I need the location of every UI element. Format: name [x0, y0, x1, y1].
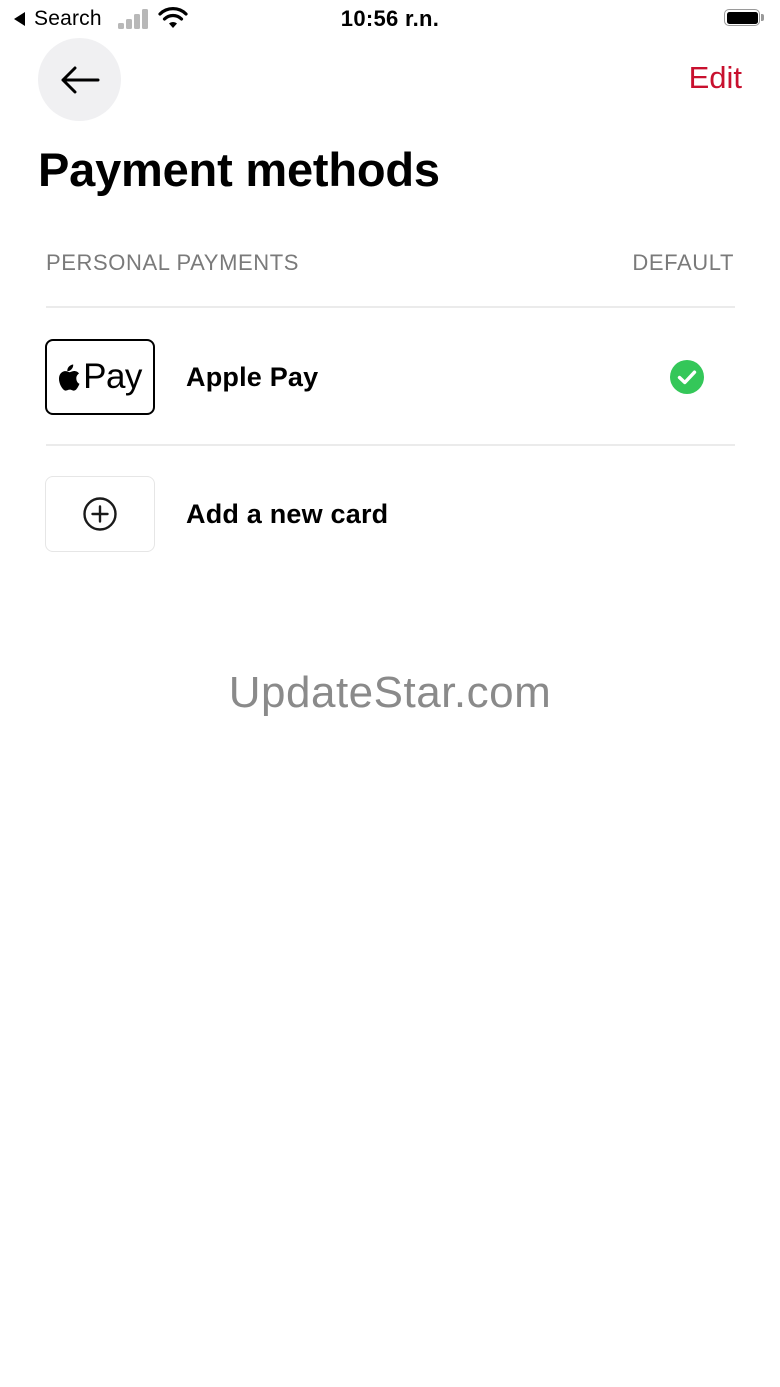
- status-time: 10:56 r.n.: [340, 6, 440, 31]
- page-title: Payment methods: [38, 143, 440, 196]
- add-new-card-button[interactable]: Add a new card: [45, 476, 735, 552]
- battery-icon: [724, 9, 764, 28]
- divider: [46, 444, 735, 446]
- add-new-card-label: Add a new card: [186, 498, 389, 529]
- plus-circle-icon: [83, 497, 117, 531]
- section-title: PERSONAL PAYMENTS: [46, 250, 300, 275]
- status-bar: Search 10:56 r.n.: [0, 0, 780, 40]
- apple-logo-icon: [59, 364, 80, 391]
- default-column-label: DEFAULT: [632, 250, 734, 275]
- payment-method-apple-pay[interactable]: Pay Apple Pay: [45, 339, 735, 415]
- apple-pay-badge-text: Pay: [83, 357, 142, 396]
- default-check-icon: [670, 360, 704, 394]
- arrow-left-icon: [61, 66, 99, 93]
- add-card-badge: [45, 476, 155, 552]
- payment-method-label: Apple Pay: [186, 361, 319, 392]
- apple-pay-badge: Pay: [45, 339, 155, 415]
- back-button[interactable]: [38, 38, 121, 121]
- section-header: PERSONAL PAYMENTS DEFAULT: [46, 250, 734, 276]
- watermark: UpdateStar.com: [228, 668, 552, 717]
- edit-button[interactable]: Edit: [689, 60, 742, 96]
- divider: [46, 306, 735, 308]
